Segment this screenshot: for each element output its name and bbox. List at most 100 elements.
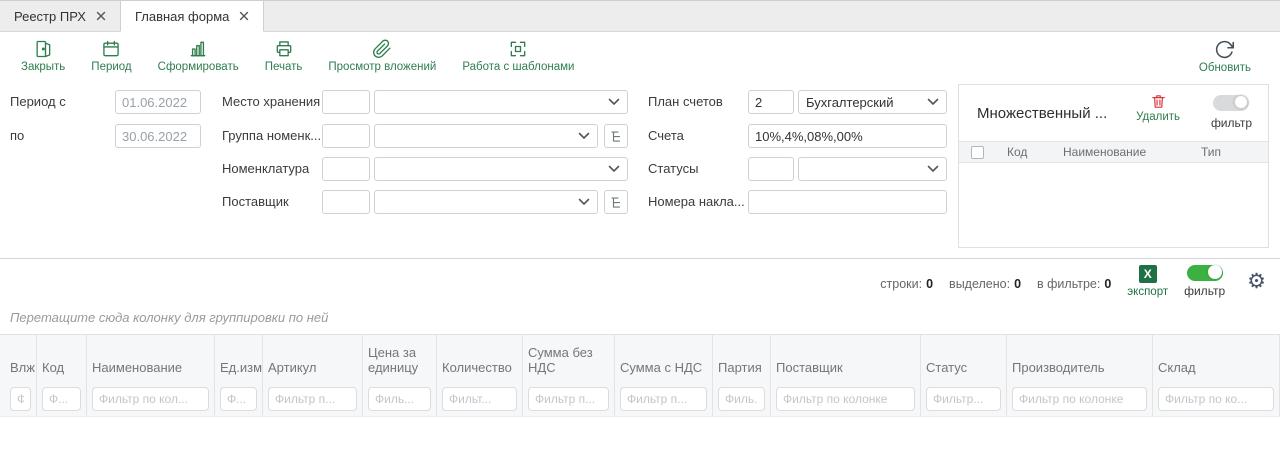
column-filter-input[interactable] <box>528 387 609 411</box>
column-header[interactable]: Влж <box>5 335 36 383</box>
column-header[interactable]: Цена за единицу <box>363 335 436 383</box>
column-filter-input[interactable] <box>10 387 31 411</box>
header-cell-name[interactable]: Наименование <box>1055 145 1193 159</box>
period-button[interactable]: Период <box>78 37 144 75</box>
settings-gear-icon[interactable]: ⚙ <box>1247 271 1266 292</box>
print-button[interactable]: Печать <box>252 37 316 75</box>
period-from-input[interactable] <box>115 90 201 114</box>
column-kolichestvo: Количество <box>437 335 523 416</box>
chart-of-accounts-select[interactable]: Бухгалтерский <box>798 90 947 114</box>
nomenclature-select[interactable] <box>374 157 628 181</box>
column-filter-input[interactable] <box>368 387 431 411</box>
invoice-numbers-label: Номера накла... <box>648 194 745 209</box>
template-icon <box>508 39 528 59</box>
door-exit-icon <box>33 39 53 59</box>
column-filter-input[interactable] <box>42 387 81 411</box>
filter-form: Период с по Место хранения Группа номенк… <box>0 80 1280 258</box>
view-attachments-button[interactable]: Просмотр вложений <box>315 37 449 75</box>
toggle-knob <box>1234 95 1248 109</box>
close-icon[interactable] <box>239 11 249 21</box>
column-header[interactable]: Артикул <box>263 335 362 383</box>
rows-count: строки:0 <box>880 277 933 291</box>
invoice-numbers-input[interactable] <box>748 190 947 214</box>
nomenclature-code-input[interactable] <box>322 157 370 181</box>
accounts-input[interactable] <box>748 124 947 148</box>
select-all-checkbox[interactable] <box>971 146 984 159</box>
chevron-down-icon <box>927 165 939 173</box>
grid-filter-toggle[interactable] <box>1187 265 1223 281</box>
tab-reestr-prh[interactable]: Реестр ПРХ <box>0 1 120 31</box>
supplier-tree-button[interactable] <box>604 190 628 214</box>
printer-icon <box>274 39 294 59</box>
storage-select[interactable] <box>374 90 628 114</box>
chart-of-accounts-code-input[interactable] <box>748 90 794 114</box>
column-header[interactable]: Партия <box>713 335 770 383</box>
close-icon[interactable] <box>96 11 106 21</box>
in-filter-count: в фильтре:0 <box>1037 277 1111 291</box>
export-button[interactable]: X экспорт <box>1127 265 1168 298</box>
filter-cell <box>1153 383 1279 416</box>
period-to-input[interactable] <box>115 124 201 148</box>
statuses-select[interactable] <box>798 157 947 181</box>
group-by-drop-zone[interactable]: Перетащите сюда колонку для группировки … <box>0 303 1280 334</box>
column-header[interactable]: Наименование <box>87 335 214 383</box>
column-header[interactable]: Поставщик <box>771 335 920 383</box>
column-filter-input[interactable] <box>926 387 1001 411</box>
close-button[interactable]: Закрыть <box>8 37 78 75</box>
templates-button[interactable]: Работа с шаблонами <box>449 37 587 75</box>
column-filter-input[interactable] <box>1012 387 1147 411</box>
nomenclature-group-select[interactable] <box>374 124 598 148</box>
supplier-select[interactable] <box>374 190 598 214</box>
column-proizvoditel: Производитель <box>1007 335 1153 416</box>
column-header[interactable]: Ед.изм. <box>215 335 262 383</box>
statuses-code-input[interactable] <box>748 157 794 181</box>
delete-button[interactable]: Удалить <box>1136 93 1180 123</box>
column-filter-input[interactable] <box>220 387 257 411</box>
column-filter-input[interactable] <box>442 387 517 411</box>
multi-filter-toggle[interactable] <box>1213 95 1249 111</box>
multi-filter-title: Множественный ... <box>977 105 1107 122</box>
supplier-code-input[interactable] <box>322 190 370 214</box>
column-filter-input[interactable] <box>92 387 209 411</box>
header-cell-type[interactable]: Тип <box>1193 145 1268 159</box>
chevron-down-icon <box>608 98 620 106</box>
column-header[interactable]: Производитель <box>1007 335 1152 383</box>
column-postavshchik: Поставщик <box>771 335 921 416</box>
nomenclature-label: Номенклатура <box>222 161 309 176</box>
filter-cell <box>1007 383 1152 416</box>
calendar-icon <box>101 39 121 59</box>
nomenclature-group-tree-button[interactable] <box>604 124 628 148</box>
refresh-button[interactable]: Обновить <box>1186 37 1264 76</box>
header-cell-code[interactable]: Код <box>995 145 1055 159</box>
column-header[interactable]: Статус <box>921 335 1006 383</box>
generate-button[interactable]: Сформировать <box>145 37 252 75</box>
paperclip-icon <box>372 39 392 59</box>
column-filter-input[interactable] <box>268 387 357 411</box>
column-filter-input[interactable] <box>620 387 707 411</box>
selected-count-value: 0 <box>1014 277 1021 291</box>
column-summa-bez-nds: Сумма без НДС <box>523 335 615 416</box>
filter-cell <box>523 383 614 416</box>
column-filter-input[interactable] <box>776 387 915 411</box>
nomenclature-group-code-input[interactable] <box>322 124 370 148</box>
column-partiya: Партия <box>713 335 771 416</box>
storage-code-input[interactable] <box>322 90 370 114</box>
column-header[interactable]: Сумма с НДС <box>615 335 712 383</box>
filter-cell <box>37 383 86 416</box>
column-header[interactable]: Склад <box>1153 335 1279 383</box>
column-header[interactable]: Количество <box>437 335 522 383</box>
tab-glavnaya-forma[interactable]: Главная форма <box>120 1 264 32</box>
grid-filter-toggle-label: фильтр <box>1184 284 1225 298</box>
toolbar-label: Закрыть <box>21 61 65 73</box>
column-cena-za-edinicu: Цена за единицу <box>363 335 437 416</box>
column-filter-input[interactable] <box>718 387 765 411</box>
column-header[interactable]: Сумма без НДС <box>523 335 614 383</box>
tree-hierarchy-icon <box>609 195 624 210</box>
column-header[interactable]: Код <box>37 335 86 383</box>
filter-cell <box>215 383 262 416</box>
chart-of-accounts-label: План счетов <box>648 94 723 109</box>
filter-cell <box>615 383 712 416</box>
rows-count-label: строки: <box>880 277 922 291</box>
column-filter-input[interactable] <box>1158 387 1274 411</box>
multi-filter-toggle-label: фильтр <box>1211 116 1252 130</box>
